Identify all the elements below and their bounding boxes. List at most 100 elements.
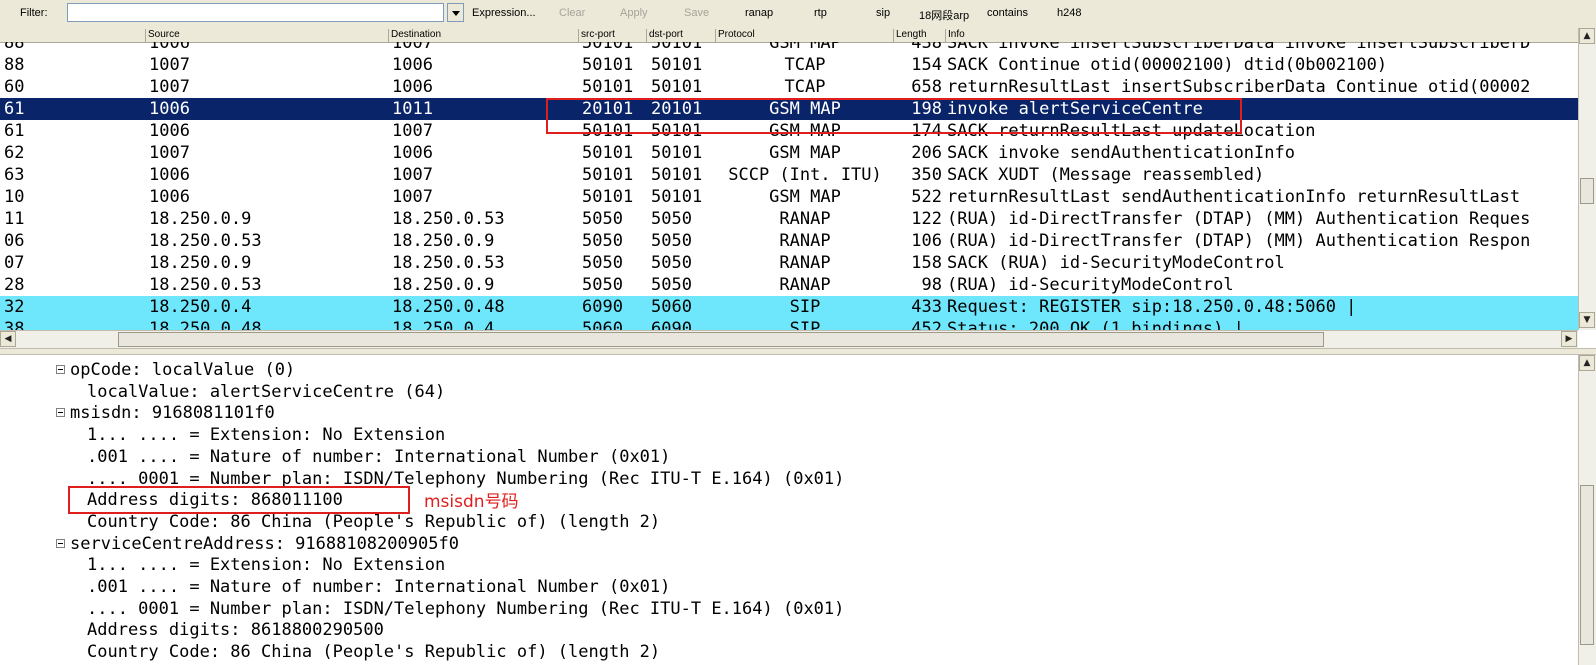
quick-filter-ranap[interactable]: ranap	[745, 7, 773, 19]
column-dst-port[interactable]: dst-port	[646, 29, 715, 42]
cell-src: 1006	[149, 187, 190, 207]
quick-filter-arp[interactable]: 18网段arp	[919, 7, 969, 23]
scroll-up-icon[interactable]: ▲	[1579, 28, 1595, 44]
cell-info: SACK invoke insertSubscriberData invoke …	[947, 42, 1531, 53]
packet-row[interactable]: 10 1006 1007 50101 50101 GSM MAP 522 returnResu…	[0, 186, 1578, 208]
cell-no: 07	[4, 253, 25, 273]
scroll-down-icon[interactable]: ▼	[1579, 312, 1595, 328]
cell-no: 88	[4, 42, 25, 53]
packet-row[interactable]: 32 18.250.0.4 18.250.0.48 6090 5060 SIP 433 Req…	[0, 296, 1578, 318]
cell-info: Request: REGISTER sip:18.250.0.48:5060 |	[947, 297, 1357, 317]
detail-field[interactable]: Address digits: 868011100	[87, 489, 343, 511]
scroll-left-icon[interactable]: ◀	[0, 331, 16, 347]
cell-proto: GSM MAP	[769, 143, 841, 163]
cell-dp: 5050	[651, 275, 692, 295]
column-length[interactable]: Length	[893, 29, 945, 42]
collapse-toggle-icon[interactable]	[56, 538, 65, 548]
column-source[interactable]: Source	[145, 29, 388, 42]
column-src-port[interactable]: src-port	[578, 29, 646, 42]
packet-list: Source Destination src-port dst-port Pro…	[0, 28, 1578, 330]
cell-proto: SIP	[789, 319, 821, 330]
collapse-toggle-icon[interactable]	[56, 408, 65, 418]
cell-no: 11	[4, 209, 25, 229]
cell-dp: 5050	[651, 253, 692, 273]
cell-len: 206	[911, 143, 942, 163]
column-protocol[interactable]: Protocol	[715, 29, 893, 42]
cell-dp: 5050	[651, 231, 692, 251]
cell-dp: 50101	[651, 121, 703, 141]
packet-row[interactable]: 61 1006 1007 50101 50101 GSM MAP 174 SACK retur…	[0, 120, 1578, 142]
expression-button[interactable]: Expression...	[472, 7, 536, 19]
cell-dst: 18.250.0.53	[392, 209, 505, 229]
cell-src: 18.250.0.4	[149, 297, 252, 317]
scroll-right-icon[interactable]: ▶	[1561, 331, 1577, 347]
packet-row[interactable]: 06 18.250.0.53 18.250.0.9 5050 5050 RANAP 106(…	[0, 230, 1578, 252]
quick-filter-sip[interactable]: sip	[876, 7, 890, 19]
packet-row[interactable]: 60 1007 1006 50101 50101 TCAP 658 returnResultL…	[0, 76, 1578, 98]
quick-filter-rtp[interactable]: rtp	[814, 7, 827, 19]
cell-len: 106	[911, 231, 942, 251]
detail-field[interactable]: Country Code: 86 China (People's Republi…	[87, 641, 660, 663]
cell-sp: 50101	[582, 165, 634, 185]
scroll-thumb[interactable]	[1580, 178, 1594, 204]
cell-dst: 1007	[392, 187, 433, 207]
filter-dropdown-button[interactable]	[447, 3, 464, 22]
detail-field[interactable]: Country Code: 86 China (People's Republi…	[87, 511, 660, 533]
detail-tree-node[interactable]: opCode: localValue (0)	[70, 359, 295, 381]
packet-row[interactable]: 07 18.250.0.9 18.250.0.53 5050 5050 RANAP 158 S…	[0, 252, 1578, 274]
cell-sp: 50101	[582, 55, 634, 75]
apply-button[interactable]: Apply	[620, 7, 648, 19]
quick-filter-h248[interactable]: h248	[1057, 7, 1081, 19]
save-button[interactable]: Save	[684, 7, 709, 19]
cell-no: 28	[4, 275, 25, 295]
cell-dp: 50101	[651, 42, 703, 53]
packet-row[interactable]: 28 18.250.0.53 18.250.0.9 5050 5050 RANAP 98 (R…	[0, 274, 1578, 296]
collapse-toggle-icon[interactable]	[56, 365, 65, 374]
packet-row[interactable]: 62 1007 1006 50101 50101 GSM MAP 206 SACK invok…	[0, 142, 1578, 164]
cell-src: 1006	[149, 99, 190, 119]
packet-list-vertical-scrollbar[interactable]: ▲ ▼	[1578, 28, 1596, 330]
cell-sp: 5050	[582, 275, 623, 295]
detail-tree-node[interactable]: msisdn: 9168081101f0	[70, 402, 275, 424]
detail-field[interactable]: Address digits: 8618800290500	[87, 619, 384, 641]
detail-field[interactable]: .001 .... = Nature of number: Internatio…	[87, 446, 670, 468]
scroll-thumb[interactable]	[1580, 485, 1594, 645]
packet-row[interactable]: 88 1007 1006 50101 50101 TCAP 154 SACK Continue…	[0, 54, 1578, 76]
cell-dp: 50101	[651, 77, 703, 97]
scroll-up-icon[interactable]: ▲	[1579, 355, 1595, 371]
cell-src: 18.250.0.53	[149, 275, 262, 295]
filter-input[interactable]	[67, 3, 444, 22]
packet-row[interactable]: 61 1006 1011 20101 20101 GSM MAP 198 invoke ale…	[0, 98, 1578, 120]
cell-proto: GSM MAP	[769, 42, 841, 53]
pane-splitter[interactable]	[0, 348, 1596, 355]
cell-sp: 5050	[582, 231, 623, 251]
detail-field[interactable]: localValue: alertServiceCentre (64)	[87, 381, 445, 403]
column-info[interactable]: Info	[945, 29, 1578, 42]
cell-dp: 20101	[651, 99, 703, 119]
cell-proto: TCAP	[784, 55, 826, 75]
cell-no: 88	[4, 55, 25, 75]
packet-list-horizontal-scrollbar[interactable]: ◀ ▶	[0, 330, 1578, 348]
quick-filter-contains[interactable]: contains	[987, 7, 1028, 19]
cell-len: 174	[911, 121, 942, 141]
cell-info: (RUA) id-SecurityModeControl	[947, 275, 1234, 295]
cell-len: 350	[911, 165, 942, 185]
horizontal-scroll-thumb[interactable]	[118, 332, 1324, 347]
cell-len: 438	[911, 42, 942, 53]
packet-row[interactable]: 63 1006 1007 50101 50101 SCCP (Int. ITU) 350 SA…	[0, 164, 1578, 186]
detail-tree-node[interactable]: serviceCentreAddress: 91688108200905f0	[70, 533, 459, 555]
cell-src: 1006	[149, 165, 190, 185]
cell-info: returnResultLast sendAuthenticationInfo …	[947, 187, 1521, 207]
details-vertical-scrollbar[interactable]: ▲	[1578, 355, 1596, 665]
packet-row[interactable]: 11 18.250.0.9 18.250.0.53 5050 5050 RANAP 122(…	[0, 208, 1578, 230]
detail-field[interactable]: 1... .... = Extension: No Extension	[87, 424, 445, 446]
detail-field[interactable]: 1... .... = Extension: No Extension	[87, 554, 445, 576]
column-destination[interactable]: Destination	[388, 29, 578, 42]
packet-row[interactable]: 88 1006 1007 50101 50101 GSM MAP 438 SACK invok…	[0, 42, 1578, 54]
cell-len: 158	[911, 253, 942, 273]
clear-button[interactable]: Clear	[559, 7, 585, 19]
cell-dst: 18.250.0.48	[392, 297, 505, 317]
detail-field[interactable]: .... 0001 = Number plan: ISDN/Telephony …	[87, 598, 844, 620]
packet-row[interactable]: 38 18.250.0.48 18.250.0.4 5060 6090 SIP 452 Sta…	[0, 318, 1578, 330]
detail-field[interactable]: .001 .... = Nature of number: Internatio…	[87, 576, 670, 598]
